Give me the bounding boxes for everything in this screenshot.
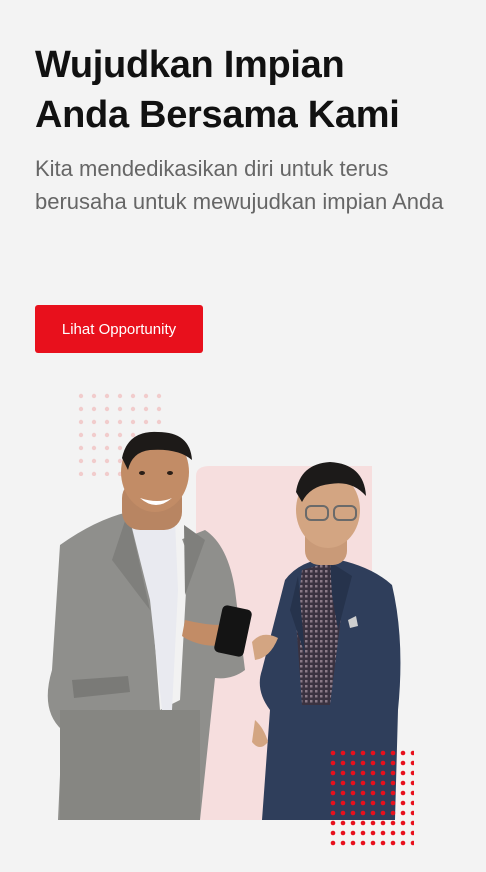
dot-pattern-red — [330, 750, 414, 846]
title-line-1: Wujudkan Impian — [35, 44, 345, 86]
hero-subtitle: Kita mendedikasikan diri untuk terus ber… — [35, 156, 444, 214]
hero-illustration — [47, 386, 414, 846]
hero-section: Wujudkan Impian Anda Bersama Kami Kita m… — [35, 40, 455, 218]
lihat-opportunity-button[interactable]: Lihat Opportunity — [35, 305, 203, 353]
title-line-2: Anda Bersama Kami — [35, 94, 400, 136]
page-title: Wujudkan Impian Anda Bersama Kami — [35, 40, 455, 140]
